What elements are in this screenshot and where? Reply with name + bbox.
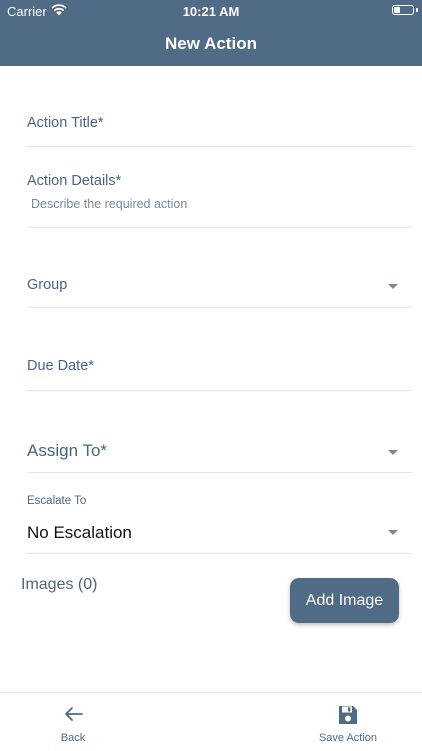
chevron-down-icon — [388, 284, 398, 289]
escalate-to-value: No Escalation — [27, 523, 132, 542]
action-title-label: Action Title* — [27, 115, 104, 131]
due-date-field[interactable]: Due Date* — [27, 340, 412, 391]
escalate-to-label: Escalate To — [27, 495, 87, 507]
status-time: 10:21 AM — [182, 4, 240, 19]
chevron-down-icon — [388, 530, 398, 535]
save-icon — [339, 706, 357, 724]
due-date-label: Due Date* — [27, 358, 94, 374]
add-image-button[interactable]: Add Image — [290, 578, 399, 623]
arrow-left-icon — [65, 707, 83, 721]
chevron-down-icon — [388, 450, 398, 455]
back-label: Back — [60, 732, 86, 744]
group-select[interactable]: Group — [27, 260, 412, 308]
escalate-to-select[interactable]: Escalate To No Escalation — [27, 490, 412, 554]
assign-to-select[interactable]: Assign To* — [27, 420, 412, 473]
group-label: Group — [27, 277, 68, 293]
assign-to-label: Assign To* — [27, 441, 108, 460]
save-action-button[interactable]: Save Action — [308, 693, 388, 751]
images-count-label: Images (0) — [21, 576, 98, 593]
back-button[interactable]: Back — [43, 693, 103, 751]
battery-icon — [392, 5, 414, 15]
page-title: New Action — [165, 34, 257, 53]
action-details-label: Action Details* — [27, 173, 122, 189]
bottom-toolbar: Back Save Action — [0, 692, 422, 751]
action-title-field[interactable]: Action Title* — [27, 100, 412, 147]
action-details-field[interactable]: Action Details* Describe the required ac… — [27, 160, 412, 228]
battery-cap — [416, 8, 418, 12]
battery-level — [394, 7, 400, 13]
status-bar: Carrier 10:21 AM — [0, 0, 422, 22]
navigation-header: Carrier 10:21 AM New Action — [0, 0, 422, 66]
action-details-placeholder: Describe the required action — [31, 197, 188, 211]
save-action-label: Save Action — [318, 732, 378, 744]
